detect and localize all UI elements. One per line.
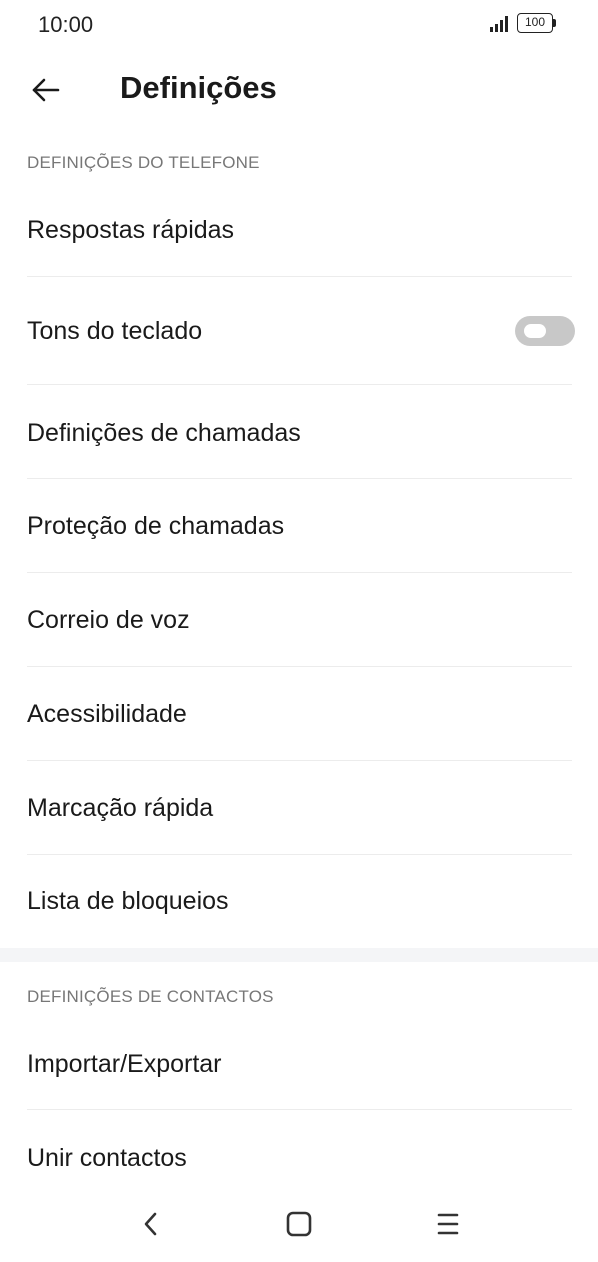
nav-home-button[interactable] — [275, 1204, 323, 1244]
settings-item-merge-contacts[interactable]: Unir contactos — [0, 1110, 598, 1190]
status-bar: 10:00 100 — [0, 0, 598, 50]
settings-item-call-protection[interactable]: Proteção de chamadas — [0, 479, 598, 572]
back-button[interactable] — [24, 68, 68, 112]
battery-level: 100 — [517, 13, 553, 33]
settings-item-call-settings[interactable]: Definições de chamadas — [0, 385, 598, 478]
section-header-phone: DEFINIÇÕES DO TELEFONE — [27, 153, 260, 172]
item-label: Tons do teclado — [27, 317, 203, 345]
section-header-contacts: DEFINIÇÕES DE CONTACTOS — [27, 987, 274, 1006]
settings-item-import-export[interactable]: Importar/Exportar — [0, 1030, 598, 1109]
settings-item-dial-tones[interactable]: Tons do teclado — [0, 277, 598, 384]
nav-back-button[interactable] — [126, 1204, 174, 1244]
settings-item-speed-dial[interactable]: Marcação rápida — [0, 761, 598, 854]
battery-icon: 100 — [517, 13, 557, 33]
item-label: Acessibilidade — [27, 700, 187, 728]
nav-menu-icon — [437, 1213, 459, 1235]
arrow-left-icon — [32, 78, 60, 102]
settings-item-voicemail[interactable]: Correio de voz — [0, 573, 598, 666]
item-label: Marcação rápida — [27, 794, 214, 822]
nav-back-icon — [144, 1212, 157, 1236]
section-separator — [0, 948, 598, 962]
item-label: Correio de voz — [27, 606, 190, 634]
dial-tones-toggle[interactable] — [515, 316, 575, 346]
settings-item-block-list[interactable]: Lista de bloqueios — [0, 855, 598, 948]
toggle-knob — [524, 324, 546, 338]
battery-tip — [553, 19, 556, 27]
signal-icon — [490, 16, 508, 32]
item-label: Proteção de chamadas — [27, 512, 285, 540]
app-bar: Definições — [0, 58, 598, 122]
item-label: Respostas rápidas — [27, 216, 235, 244]
item-label: Definições de chamadas — [27, 419, 301, 447]
status-time: 10:00 — [38, 12, 94, 37]
nav-home-icon — [286, 1211, 312, 1237]
item-label: Importar/Exportar — [27, 1050, 222, 1078]
navigation-bar — [0, 1190, 598, 1262]
settings-item-quick-responses[interactable]: Respostas rápidas — [0, 200, 598, 276]
page-title: Definições — [120, 70, 277, 105]
nav-menu-button[interactable] — [424, 1204, 472, 1244]
item-label: Lista de bloqueios — [27, 887, 229, 915]
item-label: Unir contactos — [27, 1144, 187, 1172]
settings-item-accessibility[interactable]: Acessibilidade — [0, 667, 598, 760]
